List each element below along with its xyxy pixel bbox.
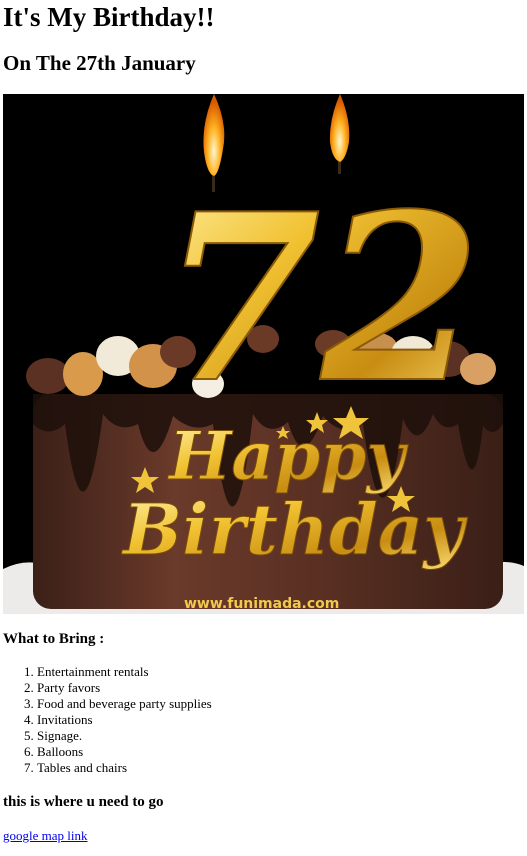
list-item: Entertainment rentals xyxy=(37,664,212,680)
list-item: Food and beverage party supplies xyxy=(37,696,212,712)
list-item: Tables and chairs xyxy=(37,760,212,776)
bring-list: Entertainment rentals Party favors Food … xyxy=(0,664,212,776)
page-title: It's My Birthday!! xyxy=(3,2,215,32)
google-map-link[interactable]: google map link xyxy=(3,828,88,844)
list-item: Signage. xyxy=(37,728,212,744)
list-item: Balloons xyxy=(37,744,212,760)
candle-number: 72 xyxy=(161,164,481,434)
wick-left xyxy=(212,174,215,192)
location-heading: this is where u need to go xyxy=(3,794,164,810)
birthday-cake-image: 72 Happy Birthday www.funimada.com xyxy=(3,94,524,614)
what-to-bring-heading: What to Bring : xyxy=(3,631,105,647)
greeting-happy: Happy xyxy=(167,417,409,495)
page: It's My Birthday!! On The 27th January 7… xyxy=(0,0,527,856)
image-watermark: www.funimada.com xyxy=(184,596,339,612)
list-item: Party favors xyxy=(37,680,212,696)
page-subtitle: On The 27th January xyxy=(3,51,196,75)
greeting-birthday: Birthday xyxy=(121,488,468,571)
list-item: Invitations xyxy=(37,712,212,728)
